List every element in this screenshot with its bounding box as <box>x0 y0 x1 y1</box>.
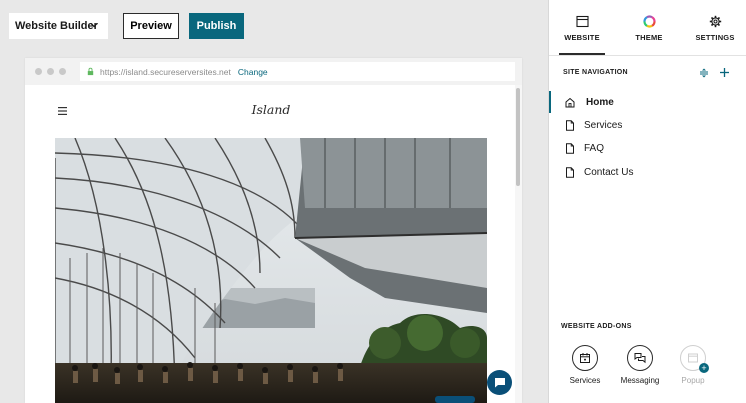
address-bar: https://island.secureserversites.net Cha… <box>80 62 515 81</box>
website-addons-title: WEBSITE ADD-ONS <box>561 323 632 330</box>
tab-theme[interactable]: THEME <box>626 0 672 56</box>
website-builder-label: Website Builder <box>15 20 98 32</box>
hero-image <box>55 138 487 403</box>
addon-label: Services <box>569 376 601 385</box>
preview-button[interactable]: Preview <box>123 13 179 39</box>
tab-label: WEBSITE <box>564 33 600 42</box>
add-page-icon[interactable] <box>719 67 730 78</box>
page-icon <box>566 142 574 154</box>
nav-item-contact-us[interactable]: Contact Us <box>549 161 746 183</box>
home-icon <box>565 97 575 107</box>
addon-popup-button[interactable]: + <box>680 345 709 373</box>
nav-item-label: Contact Us <box>584 166 634 178</box>
page-icon <box>566 166 574 178</box>
nav-item-faq[interactable]: FAQ <box>549 137 746 159</box>
lock-icon <box>87 67 94 76</box>
reorder-icon[interactable] <box>699 68 709 78</box>
site-url: https://island.secureserversites.net <box>100 66 231 77</box>
preview-scroll-thumb[interactable] <box>516 88 520 186</box>
addon-services[interactable]: Services <box>555 345 615 385</box>
nav-item-label: FAQ <box>584 142 605 154</box>
nav-item-services[interactable]: Services <box>549 114 746 136</box>
tab-website[interactable]: WEBSITE <box>559 0 605 56</box>
tab-settings[interactable]: SETTINGS <box>692 0 738 56</box>
gear-icon <box>709 15 721 28</box>
change-domain-link[interactable]: Change <box>238 67 268 77</box>
addon-services-button[interactable] <box>572 345 598 371</box>
page-icon <box>566 119 574 131</box>
panel-tabs: WEBSITE THEME SETTINGS <box>549 0 746 56</box>
site-title: Island <box>251 102 291 117</box>
navigation-tools <box>699 67 731 79</box>
hamburger-menu-icon[interactable] <box>58 107 67 115</box>
addon-label: Popup <box>681 376 705 385</box>
window-dot-icon <box>59 68 66 75</box>
browser-bar: https://island.secureserversites.net Cha… <box>25 58 522 85</box>
addon-messaging[interactable]: Messaging <box>610 345 670 385</box>
calendar-icon <box>580 353 590 363</box>
color-wheel-icon <box>642 15 656 28</box>
window-dot-icon <box>35 68 42 75</box>
addon-messaging-button[interactable] <box>627 345 653 371</box>
chat-icon <box>494 378 505 388</box>
window-dot-icon <box>47 68 54 75</box>
tab-label: THEME <box>635 33 663 42</box>
addon-label: Messaging <box>620 376 660 385</box>
chat-button[interactable] <box>487 370 512 395</box>
editor-panel: WEBSITE THEME SETTINGS SITE NAVIGATION H… <box>548 0 746 403</box>
active-tab-indicator <box>559 53 605 55</box>
chat-bubbles-icon <box>634 353 646 364</box>
browser-window-icon <box>575 15 589 28</box>
nav-item-home[interactable]: Home <box>549 91 746 113</box>
publish-button[interactable]: Publish <box>189 13 244 39</box>
hero-photo <box>55 138 487 403</box>
nav-item-label: Services <box>584 119 623 131</box>
chevron-down-icon <box>90 23 98 28</box>
site-navigation-title: SITE NAVIGATION <box>563 69 628 76</box>
addon-popup[interactable]: + Popup <box>663 345 723 385</box>
nav-item-label: Home <box>586 96 614 108</box>
add-badge-icon: + <box>699 363 709 373</box>
popup-window-icon <box>688 353 698 363</box>
website-builder-dropdown[interactable]: Website Builder <box>9 13 108 39</box>
site-preview-window: https://island.secureserversites.net Cha… <box>25 58 522 403</box>
tab-label: SETTINGS <box>695 33 735 42</box>
